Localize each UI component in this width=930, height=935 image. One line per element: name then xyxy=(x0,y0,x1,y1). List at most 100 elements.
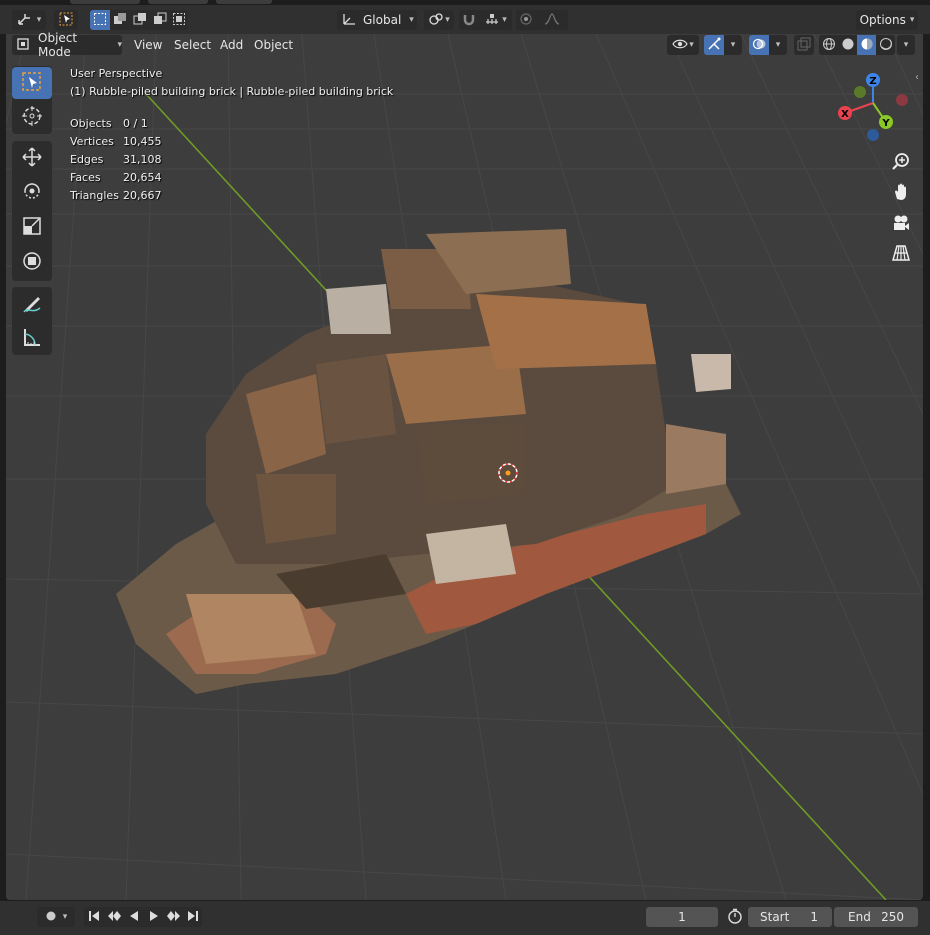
workspace-tab-stub[interactable] xyxy=(148,0,208,4)
perspective-toggle-button[interactable] xyxy=(887,240,915,268)
tool-move[interactable] xyxy=(12,142,52,174)
selection-subtract-icon xyxy=(133,12,147,29)
shading-rendered-button[interactable] xyxy=(876,35,895,55)
gizmo-icon xyxy=(707,37,721,54)
end-frame-field[interactable]: End 250 xyxy=(834,907,918,927)
prev-keyframe-button[interactable] xyxy=(104,907,124,927)
tool-annotate[interactable] xyxy=(12,288,52,320)
shading-solid-button[interactable] xyxy=(838,35,857,55)
zoom-button[interactable] xyxy=(887,148,915,176)
scale-icon xyxy=(21,215,43,240)
chevron-down-icon: ▾ xyxy=(730,40,736,50)
pan-button[interactable] xyxy=(887,179,915,207)
zoom-icon xyxy=(891,151,911,174)
transform-icon xyxy=(21,250,43,275)
chevron-down-icon: ▾ xyxy=(903,40,909,50)
play-button[interactable] xyxy=(144,907,164,927)
selection-intersect-icon xyxy=(172,12,186,29)
select-mode-intersect-button[interactable] xyxy=(170,10,188,30)
mode-label: Object Mode xyxy=(38,31,78,59)
proportional-falloff-dropdown[interactable] xyxy=(536,10,568,30)
select-mode-extend-button[interactable] xyxy=(110,10,130,30)
chevron-down-icon: ▾ xyxy=(117,40,122,50)
chevron-down-icon: ▾ xyxy=(36,15,42,25)
skip-end-icon xyxy=(187,910,199,925)
gizmo-toggle[interactable] xyxy=(704,35,724,55)
workspace-tab-stub[interactable] xyxy=(216,0,272,4)
chevron-down-icon: ▾ xyxy=(445,15,450,25)
workspace-tab-stub[interactable] xyxy=(70,0,140,4)
tool-scale[interactable] xyxy=(12,211,52,243)
current-frame-field[interactable]: 1 xyxy=(646,907,718,927)
sidebar-toggle-icon[interactable]: ‹ xyxy=(915,72,919,83)
gizmo-x-label: X xyxy=(841,109,849,120)
jump-start-button[interactable] xyxy=(84,907,104,927)
selection-extend-icon xyxy=(113,12,127,29)
stat-value: 31,108 xyxy=(123,152,162,166)
chevron-down-icon: ▾ xyxy=(502,15,507,25)
menu-object[interactable]: Object xyxy=(250,36,297,54)
keying-dropdown[interactable]: ▾ xyxy=(37,907,75,927)
snap-target-dropdown[interactable]: ▾ xyxy=(479,10,512,30)
stat-row: Vertices 10,455 xyxy=(70,132,162,150)
tool-select-box[interactable] xyxy=(12,67,52,99)
camera-view-button[interactable] xyxy=(887,210,915,238)
gizmo-dropdown[interactable]: ▾ xyxy=(724,35,742,55)
snap-toggle[interactable] xyxy=(459,10,479,30)
selection-difference-icon xyxy=(153,12,167,29)
overlays-toggle[interactable] xyxy=(749,35,769,55)
start-frame-field[interactable]: Start 1 xyxy=(748,907,832,927)
pivot-point-dropdown[interactable]: ▾ xyxy=(424,10,454,30)
tool-transform[interactable] xyxy=(12,246,52,278)
chevron-down-icon: ▾ xyxy=(689,40,694,50)
shading-dropdown[interactable]: ▾ xyxy=(897,35,915,55)
proportional-editing-toggle[interactable] xyxy=(516,10,536,30)
visibility-dropdown[interactable]: ▾ xyxy=(667,35,699,55)
select-mode-subtract-button[interactable] xyxy=(130,10,150,30)
ruler-icon xyxy=(21,326,43,351)
tool-rotate[interactable] xyxy=(12,176,52,208)
editor-type-button[interactable]: ▾ xyxy=(12,10,46,30)
next-keyframe-icon xyxy=(167,910,181,925)
object-mode-icon xyxy=(16,37,32,54)
tool-measure[interactable] xyxy=(12,322,52,354)
preview-range-toggle[interactable] xyxy=(725,907,745,927)
play-reverse-icon xyxy=(128,910,140,925)
hand-icon xyxy=(891,182,911,205)
menu-view[interactable]: View xyxy=(130,36,166,54)
mode-dropdown[interactable]: Object Mode ▾ xyxy=(12,31,122,59)
orientation-axes-icon xyxy=(341,12,357,29)
options-dropdown[interactable]: Options ▾ xyxy=(856,10,918,30)
stat-value: 20,667 xyxy=(123,188,162,202)
gizmo-z-label: Z xyxy=(869,76,876,87)
play-reverse-button[interactable] xyxy=(124,907,144,927)
select-mode-difference-button[interactable] xyxy=(150,10,170,30)
gizmo-y-label: Y xyxy=(881,118,890,129)
transform-orientation-dropdown[interactable]: Global ▾ xyxy=(337,10,417,30)
next-keyframe-button[interactable] xyxy=(164,907,184,927)
menu-add[interactable]: Add xyxy=(216,36,247,54)
tool-settings-button[interactable] xyxy=(54,10,78,30)
rotate-icon xyxy=(21,180,43,205)
navigation-gizmo[interactable]: Z X Y xyxy=(832,70,912,145)
stat-row: Triangles 20,667 xyxy=(70,186,162,204)
overlays-dropdown[interactable]: ▾ xyxy=(769,35,787,55)
stat-value: 0 / 1 xyxy=(123,116,148,130)
xray-toggle[interactable] xyxy=(794,35,814,55)
select-mode-set-button[interactable] xyxy=(90,10,110,30)
chevron-down-icon: ▾ xyxy=(909,15,915,25)
shading-material-button[interactable] xyxy=(857,35,876,55)
selection-set-icon xyxy=(93,12,107,29)
shading-wireframe-button[interactable] xyxy=(819,35,838,55)
stat-label: Faces xyxy=(70,170,101,184)
rendered-sphere-icon xyxy=(879,37,893,54)
jump-end-button[interactable] xyxy=(184,907,202,927)
stat-label: Objects xyxy=(70,116,112,130)
chevron-down-icon: ▾ xyxy=(775,40,781,50)
rubble-mesh[interactable] xyxy=(116,229,741,694)
solid-sphere-icon xyxy=(841,37,855,54)
magnet-icon xyxy=(462,12,476,29)
tool-cursor[interactable] xyxy=(12,101,52,133)
menu-select[interactable]: Select xyxy=(170,36,215,54)
pivot-point-icon xyxy=(428,12,444,29)
